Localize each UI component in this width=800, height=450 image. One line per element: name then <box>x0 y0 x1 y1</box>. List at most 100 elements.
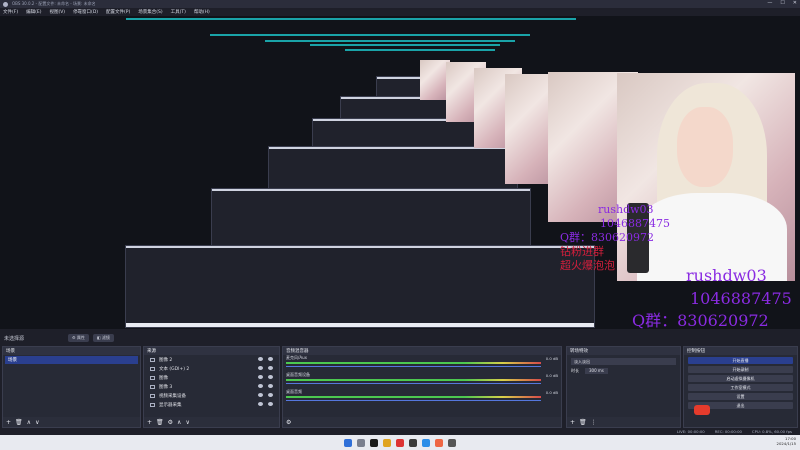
source-item[interactable]: 图像 3 <box>144 382 279 391</box>
image-icon <box>150 384 155 389</box>
filters-button[interactable]: ◧ 滤镜 <box>92 334 114 342</box>
title-bar: OBS 30.0.2 - 配置文件: 未命名 - 场景: 未命名 — ☐ ✕ <box>0 0 800 8</box>
controls-dock: 控制按钮 开始直播 开始录制 启动虚拟摄像机 工作室模式 设置 退出 <box>683 346 798 428</box>
menu-tools[interactable]: 工具(T) <box>171 9 186 15</box>
camera-icon <box>150 393 155 398</box>
overlay-group-small: Q群：830620972 <box>560 231 655 244</box>
overlay-line2-small: 超火爆泡泡 <box>560 259 615 272</box>
lock-icon[interactable] <box>268 375 273 379</box>
menu-profile[interactable]: 配置文件(P) <box>106 9 130 15</box>
menu-edit[interactable]: 编辑(E) <box>26 9 41 15</box>
weibo-logo-icon <box>694 405 710 415</box>
channel-name: 桌面音频设备 <box>286 372 310 377</box>
window-title: OBS 30.0.2 - 配置文件: 未命名 - 场景: 未命名 <box>12 1 96 6</box>
obs-icon[interactable] <box>409 438 417 447</box>
source-item[interactable]: 显示器采集 <box>144 400 279 409</box>
transition-menu-button[interactable]: ⋮ <box>591 419 597 426</box>
monitor-icon <box>150 402 155 407</box>
preview-canvas[interactable]: rushdw03 1046887475 Q群：830620972 钻粉进群 超火… <box>0 16 800 329</box>
overlay-name-small: rushdw03 <box>598 203 654 216</box>
visibility-icon[interactable] <box>258 402 263 406</box>
search-icon[interactable] <box>357 438 365 447</box>
channel-db: 0.0 dB <box>545 373 558 378</box>
channel-db: 0.0 dB <box>545 390 558 395</box>
menu-help[interactable]: 帮助(H) <box>194 9 210 15</box>
app-icon[interactable] <box>396 438 404 447</box>
audio-mixer-dock: 音频混音器 麦克风/Aux 0.0 dB 桌面音频设备 0.0 dB 桌面音频 … <box>282 346 562 428</box>
recursive-menu-bar <box>345 49 495 51</box>
app-icon[interactable] <box>435 438 443 447</box>
source-item[interactable]: 文本 (GDI+) 2 <box>144 364 279 373</box>
lock-icon[interactable] <box>268 384 273 388</box>
status-bar: LIVE: 00:00:00 REC: 00:00:00 CPU: 0.8%, … <box>0 428 800 435</box>
volume-slider[interactable] <box>286 400 541 401</box>
volume-slider[interactable] <box>286 366 541 367</box>
volume-meter <box>286 396 541 398</box>
volume-meter <box>286 379 541 381</box>
start-icon[interactable] <box>344 438 352 447</box>
close-button[interactable]: ✕ <box>793 0 797 6</box>
add-source-button[interactable]: + <box>147 419 152 426</box>
menu-bar: 文件(F) 编辑(E) 视图(V) 停靠窗口(D) 配置文件(P) 场景集合(S… <box>0 8 800 16</box>
add-transition-button[interactable]: + <box>570 419 575 426</box>
duration-input[interactable]: 300 ms <box>585 368 608 374</box>
edge-icon[interactable] <box>422 438 430 447</box>
clock-date: 2024/1/15 <box>776 440 796 446</box>
system-tray: 17:00 2024/1/15 <box>776 436 796 447</box>
lock-icon[interactable] <box>268 366 273 370</box>
explorer-icon[interactable] <box>383 438 391 447</box>
obs-logo-icon <box>3 1 8 7</box>
visibility-icon[interactable] <box>258 375 263 379</box>
settings-button[interactable]: 设置 <box>688 393 793 400</box>
lock-icon[interactable] <box>268 393 273 397</box>
lock-icon[interactable] <box>268 402 273 406</box>
duration-label: 时长 <box>571 368 579 373</box>
recursive-menu-bar <box>210 34 530 36</box>
move-up-button[interactable]: ∧ <box>177 419 181 426</box>
visibility-icon[interactable] <box>258 357 263 361</box>
visibility-icon[interactable] <box>258 393 263 397</box>
virtual-camera-button[interactable]: 启动虚拟摄像机 <box>688 375 793 382</box>
mixer-title: 音频混音器 <box>283 347 561 355</box>
mixer-settings-icon[interactable]: ⚙ <box>286 419 291 426</box>
menu-view[interactable]: 视图(V) <box>49 9 65 15</box>
taskview-icon[interactable] <box>370 438 378 447</box>
sources-title: 来源 <box>144 347 279 355</box>
visibility-icon[interactable] <box>258 384 263 388</box>
taskbar: 17:00 2024/1/15 <box>0 435 800 450</box>
controls-title: 控制按钮 <box>684 347 797 355</box>
maximize-button[interactable]: ☐ <box>780 0 784 6</box>
move-up-button[interactable]: ∧ <box>27 419 31 426</box>
mixer-channel: 麦克风/Aux 0.0 dB <box>283 355 561 372</box>
studio-mode-button[interactable]: 工作室模式 <box>688 384 793 391</box>
volume-slider[interactable] <box>286 383 541 384</box>
app-icon[interactable] <box>448 438 456 447</box>
recursive-frame <box>125 245 595 328</box>
scene-item[interactable]: 场景 <box>5 356 138 364</box>
webcam-feed <box>617 73 795 281</box>
source-properties-button[interactable]: ⚙ <box>168 419 173 426</box>
source-item[interactable]: 图像 2 <box>144 355 279 364</box>
start-recording-button[interactable]: 开始录制 <box>688 366 793 373</box>
move-down-button[interactable]: ∨ <box>35 419 39 426</box>
move-down-button[interactable]: ∨ <box>185 419 189 426</box>
remove-scene-button[interactable]: 🗑 <box>15 419 23 426</box>
remove-transition-button[interactable]: 🗑 <box>579 419 587 426</box>
menu-file[interactable]: 文件(F) <box>3 9 18 15</box>
start-streaming-button[interactable]: 开始直播 <box>688 357 793 364</box>
transition-select[interactable]: 淡入淡出 <box>571 358 676 365</box>
visibility-icon[interactable] <box>258 366 263 370</box>
properties-button[interactable]: ⚙ 属性 <box>68 334 89 342</box>
minimize-button[interactable]: — <box>767 0 772 6</box>
add-scene-button[interactable]: + <box>6 419 11 426</box>
source-item[interactable]: 视频采集设备 <box>144 391 279 400</box>
scenes-title: 场景 <box>3 347 140 355</box>
scenes-footer: + 🗑 ∧ ∨ <box>3 417 140 427</box>
remove-source-button[interactable]: 🗑 <box>156 419 164 426</box>
menu-scene-collection[interactable]: 场景集合(S) <box>138 9 162 15</box>
menu-docks[interactable]: 停靠窗口(D) <box>73 9 98 15</box>
image-icon <box>150 357 155 362</box>
source-item[interactable]: 图像 <box>144 373 279 382</box>
sources-footer: + 🗑 ⚙ ∧ ∨ <box>144 417 279 427</box>
lock-icon[interactable] <box>268 357 273 361</box>
